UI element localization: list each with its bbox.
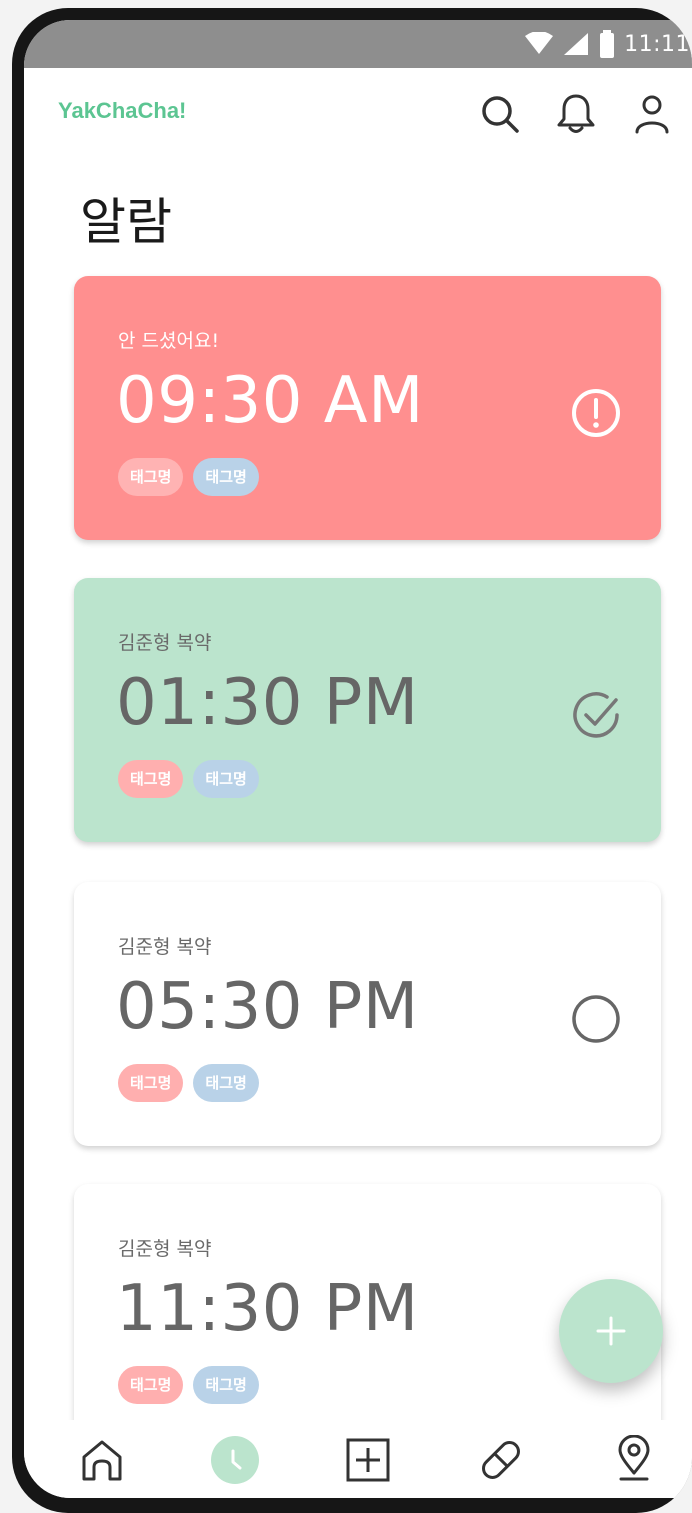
alert-icon <box>572 389 620 437</box>
app-logo: YakChaCha! <box>58 98 187 123</box>
add-alarm-button[interactable] <box>559 1279 663 1383</box>
pill-icon <box>482 1441 520 1479</box>
status-time: 11:11 <box>624 31 690 57</box>
map-pin-icon <box>618 1435 650 1481</box>
tag-chip[interactable]: 태그명 <box>118 458 184 496</box>
alarm-time: 05:30 PM <box>116 970 419 1044</box>
alarm-time: 09:30 AM <box>116 364 424 438</box>
notifications-button[interactable] <box>554 92 598 136</box>
alarm-tags: 태그명 태그명 <box>118 760 259 798</box>
tag-chip[interactable]: 태그명 <box>193 1064 259 1102</box>
alarm-card-taken[interactable]: 김준형 복약 01:30 PM 태그명 태그명 <box>74 578 661 842</box>
plus-icon <box>596 1316 626 1346</box>
status-icons: 11:11 <box>524 20 692 68</box>
app-bar: YakChaCha! <box>24 68 692 160</box>
tag-chip[interactable]: 태그명 <box>193 760 259 798</box>
signal-icon <box>564 33 589 55</box>
tag-chip[interactable]: 태그명 <box>118 760 184 798</box>
profile-button[interactable] <box>630 92 674 136</box>
nav-pill[interactable] <box>475 1434 527 1486</box>
alarm-subtitle: 김준형 복약 <box>118 1238 212 1260</box>
alarm-subtitle: 안 드셨어요! <box>118 330 220 352</box>
nav-alarm[interactable] <box>209 1434 261 1486</box>
user-icon <box>635 95 669 134</box>
tag-chip[interactable]: 태그명 <box>118 1064 184 1102</box>
alarm-subtitle: 김준형 복약 <box>118 632 212 654</box>
clock-icon <box>211 1436 259 1484</box>
bell-icon <box>557 94 595 133</box>
check-circle-icon <box>573 692 619 738</box>
battery-icon <box>600 30 615 58</box>
alarm-tags: 태그명 태그명 <box>118 1366 259 1404</box>
alarm-time: 01:30 PM <box>116 666 419 740</box>
plus-square-icon <box>346 1438 390 1482</box>
phone-frame: 11:11 YakChaCha! 알람 안 드셨어요! 09:30 AM 태그명… <box>12 8 692 1513</box>
tag-chip[interactable]: 태그명 <box>193 458 259 496</box>
wifi-icon <box>525 32 554 54</box>
nav-home[interactable] <box>76 1434 128 1486</box>
tag-chip[interactable]: 태그명 <box>118 1366 184 1404</box>
status-bar: 11:11 <box>24 20 692 68</box>
empty-circle-icon <box>572 995 620 1043</box>
bottom-navigation <box>24 1420 692 1498</box>
alarm-tags: 태그명 태그명 <box>118 458 259 496</box>
alarm-card-missed[interactable]: 안 드셨어요! 09:30 AM 태그명 태그명 <box>74 276 661 540</box>
search-button[interactable] <box>478 92 522 136</box>
alarm-card-pending[interactable]: 김준형 복약 05:30 PM 태그명 태그명 <box>74 882 661 1146</box>
nav-add[interactable] <box>342 1434 394 1486</box>
alarm-time: 11:30 PM <box>116 1272 419 1346</box>
page-title: 알람 <box>80 193 172 251</box>
alarm-subtitle: 김준형 복약 <box>118 936 212 958</box>
alarm-tags: 태그명 태그명 <box>118 1064 259 1102</box>
tag-chip[interactable]: 태그명 <box>193 1366 259 1404</box>
search-icon <box>482 96 519 133</box>
nav-location[interactable] <box>608 1434 660 1486</box>
home-icon <box>82 1440 122 1481</box>
phone-screen: 11:11 YakChaCha! 알람 안 드셨어요! 09:30 AM 태그명… <box>24 20 692 1498</box>
